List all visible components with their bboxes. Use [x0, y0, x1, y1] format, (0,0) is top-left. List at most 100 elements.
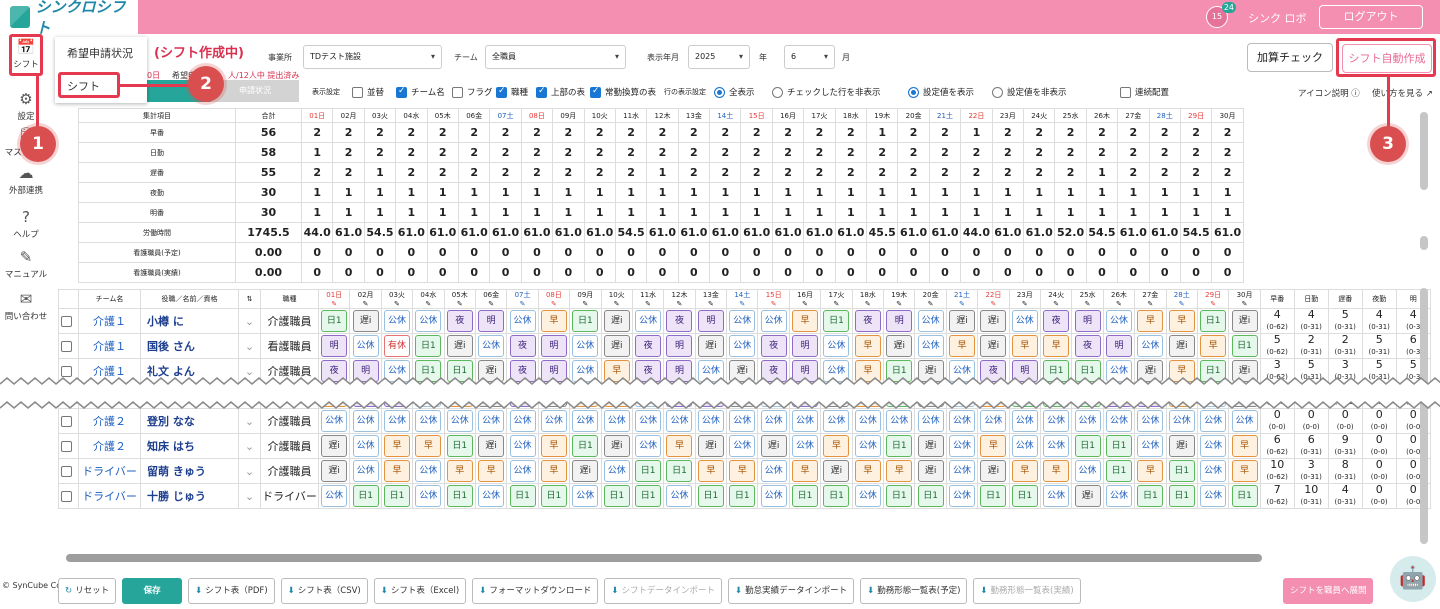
shift-cell[interactable]: 公休	[412, 308, 445, 334]
shift-cell[interactable]: 早	[977, 433, 1010, 459]
option-checkbox[interactable]	[536, 86, 547, 98]
day-column-header[interactable]: 16月 ✎	[788, 289, 822, 309]
shift-cell[interactable]: 公休	[788, 433, 822, 459]
shift-cell[interactable]: 公休	[726, 333, 759, 359]
shift-cell[interactable]: 日1	[600, 483, 633, 509]
shift-cell[interactable]: 公休	[506, 458, 539, 484]
shift-cell[interactable]: 公休	[726, 408, 759, 434]
day-column-header[interactable]: 10火 ✎	[600, 289, 633, 309]
display-option[interactable]: フラグ	[452, 86, 496, 98]
shift-cell[interactable]: 公休	[914, 333, 947, 359]
row-select[interactable]	[58, 333, 79, 359]
shift-cell[interactable]: 明	[537, 333, 571, 359]
radio-option[interactable]: 全表示	[714, 86, 772, 98]
shift-cell[interactable]: 公休	[1196, 408, 1230, 434]
shift-cell[interactable]: 公休	[1102, 483, 1136, 509]
shift-cell[interactable]: 早	[1008, 333, 1041, 359]
shift-cell[interactable]: 公休	[788, 408, 822, 434]
shift-cell[interactable]: 公休	[349, 458, 382, 484]
shift-cell[interactable]: 早	[883, 458, 916, 484]
shift-cell[interactable]: 早	[1228, 433, 1261, 459]
day-column-header[interactable]: 28土 ✎	[1165, 289, 1198, 309]
shift-cell[interactable]: 明	[474, 308, 508, 334]
shift-cell[interactable]: 日1	[883, 483, 916, 509]
day-column-header[interactable]: 12木 ✎	[663, 289, 696, 309]
usage-link[interactable]: 使い方を見る ↗	[1372, 87, 1433, 99]
shift-cell[interactable]: 日1	[506, 483, 539, 509]
shift-cell[interactable]: 早	[537, 433, 571, 459]
shift-cell[interactable]: 夜	[851, 308, 885, 334]
shift-cell[interactable]: 日1	[788, 483, 822, 509]
shift-cell[interactable]: 夜	[757, 333, 790, 359]
shift-cell[interactable]: 公休	[977, 408, 1010, 434]
day-column-header[interactable]: 03火 ✎	[380, 289, 414, 309]
publish-shift-button[interactable]: シフトを職員へ展開	[1283, 578, 1373, 604]
shift-cell[interactable]: 公休	[726, 308, 759, 334]
shift-cell[interactable]: 公休	[945, 458, 979, 484]
shift-cell[interactable]: 早	[1039, 458, 1073, 484]
radio-option[interactable]: 設定値を非表示	[992, 86, 1082, 98]
shift-cell[interactable]: 遅i	[1071, 483, 1104, 509]
day-column-header[interactable]: 17火 ✎	[820, 289, 853, 309]
sidebar-item-cloud[interactable]: ☁ 外部連携	[0, 164, 52, 196]
shift-cell[interactable]: 早	[788, 458, 822, 484]
shift-cell[interactable]: 日1	[977, 483, 1010, 509]
sidebar-item-pencil[interactable]: ✎ マニュアル	[0, 248, 52, 280]
consecutive-option[interactable]: 連続配置	[1120, 86, 1169, 98]
display-option[interactable]: 常勤換算の表	[590, 86, 660, 98]
shift-cell[interactable]: 公休	[349, 433, 382, 459]
day-column-header[interactable]: 11水 ✎	[631, 289, 665, 309]
shift-cell[interactable]: 公休	[1008, 433, 1041, 459]
row-checkbox[interactable]	[61, 316, 72, 327]
shift-cell[interactable]: 日1	[569, 433, 602, 459]
menu-item-request-status[interactable]: 希望申請状況	[55, 37, 147, 70]
shift-cell[interactable]: 有休	[380, 333, 414, 359]
staff-name[interactable]: 登別 なな	[140, 408, 239, 434]
vertical-scrollbar-bottom[interactable]	[1420, 288, 1428, 544]
shift-cell[interactable]: 日1	[1134, 483, 1167, 509]
day-column-header[interactable]: 29日 ✎	[1196, 289, 1230, 309]
shift-cell[interactable]: 公休	[1071, 458, 1104, 484]
year-select[interactable]: 2025	[688, 45, 750, 69]
shift-cell[interactable]: 夜	[443, 308, 476, 334]
logo[interactable]: シンクロシフト	[0, 0, 138, 37]
row-select[interactable]	[58, 308, 79, 334]
shift-cell[interactable]: 公休	[600, 408, 633, 434]
shift-cell[interactable]: 公休	[412, 483, 445, 509]
footer-button[interactable]: ⬇ 勤務形態一覧表(実績)	[973, 578, 1081, 604]
day-column-header[interactable]: 22日 ✎	[977, 289, 1010, 309]
day-column-header[interactable]: 30月 ✎	[1228, 289, 1261, 309]
shift-cell[interactable]: 遅i	[600, 308, 633, 334]
option-checkbox[interactable]	[452, 87, 463, 98]
shift-cell[interactable]: 公休	[1039, 408, 1073, 434]
shift-cell[interactable]: 日1	[443, 433, 476, 459]
shift-cell[interactable]: 日1	[317, 308, 351, 334]
sidebar-item-help[interactable]: ? ヘルプ	[0, 208, 52, 240]
display-option[interactable]: チーム名	[396, 86, 452, 98]
shift-cell[interactable]: 公休	[820, 408, 853, 434]
shift-cell[interactable]: 公休	[569, 483, 602, 509]
shift-cell[interactable]: 早	[1008, 458, 1041, 484]
shift-cell[interactable]: 公休	[663, 483, 696, 509]
shift-cell[interactable]: 公休	[506, 408, 539, 434]
shift-cell[interactable]: 遅i	[600, 433, 633, 459]
day-column-header[interactable]: 25水 ✎	[1071, 289, 1104, 309]
shift-cell[interactable]: 日1	[663, 458, 696, 484]
shift-cell[interactable]: 遅i	[914, 458, 947, 484]
month-select[interactable]: 6	[784, 45, 835, 69]
shift-cell[interactable]: 明	[1102, 333, 1136, 359]
shift-cell[interactable]: 早	[1165, 308, 1198, 334]
shift-cell[interactable]: 公休	[506, 433, 539, 459]
day-column-header[interactable]: 13金 ✎	[694, 289, 728, 309]
shift-cell[interactable]: 遅i	[317, 433, 351, 459]
display-option[interactable]: 並替	[352, 86, 396, 98]
radio-button[interactable]	[908, 87, 919, 98]
day-column-header[interactable]: 27金 ✎	[1134, 289, 1167, 309]
chevron-down-icon[interactable]: ⌄	[238, 308, 261, 334]
calendar-notification-icon[interactable]: 15 24	[1206, 2, 1236, 28]
shift-cell[interactable]: 早	[474, 458, 508, 484]
shift-cell[interactable]: 公休	[1102, 308, 1136, 334]
day-column-header[interactable]: 20金 ✎	[914, 289, 947, 309]
radio-button[interactable]	[992, 87, 1003, 98]
shift-cell[interactable]: 日1	[380, 483, 414, 509]
